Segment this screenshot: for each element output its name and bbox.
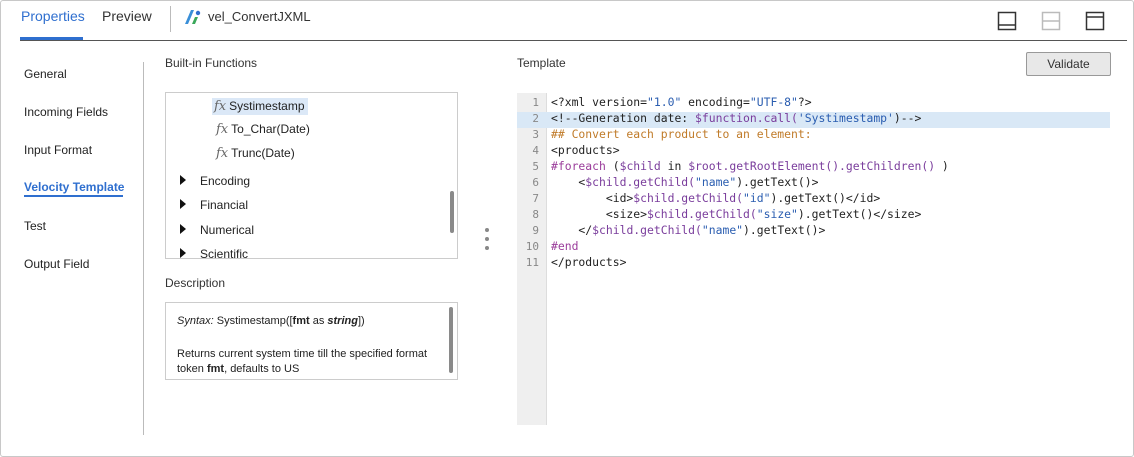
line-number: 2 (532, 112, 539, 125)
function-label: To_Char(Date) (231, 122, 310, 136)
expand-caret-icon[interactable] (180, 248, 186, 258)
functions-tree: fx Systimestamp fx To_Char(Date) fx Trunc(D… (165, 92, 458, 259)
nav-item-output-field[interactable]: Output Field (24, 257, 89, 271)
nav-item-general[interactable]: General (24, 67, 67, 81)
function-group-scientific[interactable]: Scientific (200, 247, 248, 258)
function-label: Systimestamp (229, 99, 305, 113)
line-number: 3 (532, 128, 539, 141)
syntax-as: as (309, 315, 328, 327)
tab-properties[interactable]: Properties (21, 8, 85, 24)
header-separator (170, 6, 171, 32)
code-line[interactable]: <products> (551, 143, 620, 157)
line-number: 4 (532, 144, 539, 157)
header-divider (20, 40, 1127, 41)
code-line[interactable]: <$child.getChild("name").getText()> (551, 175, 818, 189)
template-title: Template (517, 56, 566, 70)
description-text-bold: fmt (206, 363, 225, 375)
nav-item-velocity-template[interactable]: Velocity Template (24, 180, 124, 194)
functions-title: Built-in Functions (165, 56, 258, 70)
function-icon: fx (214, 99, 227, 114)
code-line[interactable]: </products> (551, 255, 626, 269)
layout-top-icon[interactable] (1085, 11, 1105, 31)
code-line[interactable]: #foreach ($child in $root.getRootElement… (551, 159, 949, 173)
syntax-type: string (327, 315, 358, 327)
function-group-numerical[interactable]: Numerical (200, 223, 254, 237)
validate-button[interactable]: Validate (1026, 52, 1111, 76)
functions-scrollbar[interactable] (450, 191, 454, 233)
function-label: Trunc(Date) (231, 146, 295, 160)
code-line[interactable]: <?xml version="1.0" encoding="UTF-8"?> (551, 95, 812, 109)
description-title: Description (165, 276, 226, 290)
active-nav-indicator (24, 195, 123, 197)
code-line[interactable]: <id>$child.getChild("id").getText()</id> (551, 191, 880, 205)
nav-item-incoming-fields[interactable]: Incoming Fields (24, 105, 108, 119)
line-number: 1 (532, 96, 539, 109)
tab-preview[interactable]: Preview (102, 8, 152, 24)
handle-dot (485, 228, 489, 232)
line-number: 11 (525, 256, 539, 269)
line-number: 7 (532, 192, 539, 205)
description-box: Syntax: Systimestamp([fmt as string]) Re… (165, 302, 458, 380)
syntax-line: Syntax: Systimestamp([fmt as string]) (177, 315, 365, 327)
layout-bottom-icon[interactable] (997, 11, 1017, 31)
line-number: 9 (532, 224, 539, 237)
code-line[interactable]: #end (551, 239, 578, 253)
code-line[interactable]: <!--Generation date: $function.call('Sys… (551, 111, 921, 125)
function-item-trunc-date[interactable]: fx Trunc(Date) (216, 146, 295, 161)
line-number: 5 (532, 160, 539, 173)
syntax-label: Syntax: (177, 315, 214, 327)
line-number: 6 (532, 176, 539, 189)
template-editor[interactable]: 1 <?xml version="1.0" encoding="UTF-8"?> 2… (517, 93, 1110, 425)
velocity-transform-icon (184, 9, 202, 25)
nav-item-input-format[interactable]: Input Format (24, 143, 92, 157)
function-icon: fx (216, 122, 229, 137)
code-line[interactable]: <size>$child.getChild("size").getText()<… (551, 207, 922, 221)
function-item-systimestamp[interactable]: fx Systimestamp (212, 98, 308, 115)
nav-item-test[interactable]: Test (24, 219, 46, 233)
code-line[interactable]: </$child.getChild("name").getText()> (551, 223, 825, 237)
object-name: vel_ConvertJXML (208, 9, 311, 24)
function-item-to-char-date[interactable]: fx To_Char(Date) (216, 122, 310, 137)
code-line[interactable]: ## Convert each product to an element: (551, 127, 812, 141)
layout-split-icon[interactable] (1041, 11, 1061, 31)
function-group-encoding[interactable]: Encoding (200, 174, 250, 188)
expand-caret-icon[interactable] (180, 175, 186, 185)
nav-divider (143, 62, 144, 435)
line-number: 10 (525, 240, 539, 253)
description-text-post: , defaults to US (224, 363, 300, 375)
description-scrollbar[interactable] (449, 307, 453, 373)
expand-caret-icon[interactable] (180, 199, 186, 209)
syntax-close: ]) (357, 315, 365, 327)
syntax-function: Systimestamp([ (216, 315, 293, 327)
line-number: 8 (532, 208, 539, 221)
syntax-param: fmt (292, 315, 310, 327)
handle-dot (485, 237, 489, 241)
description-text: Returns current system time till the spe… (177, 347, 442, 377)
function-icon: fx (216, 146, 229, 161)
handle-dot (485, 246, 489, 250)
expand-caret-icon[interactable] (180, 224, 186, 234)
function-group-financial[interactable]: Financial (200, 198, 248, 212)
